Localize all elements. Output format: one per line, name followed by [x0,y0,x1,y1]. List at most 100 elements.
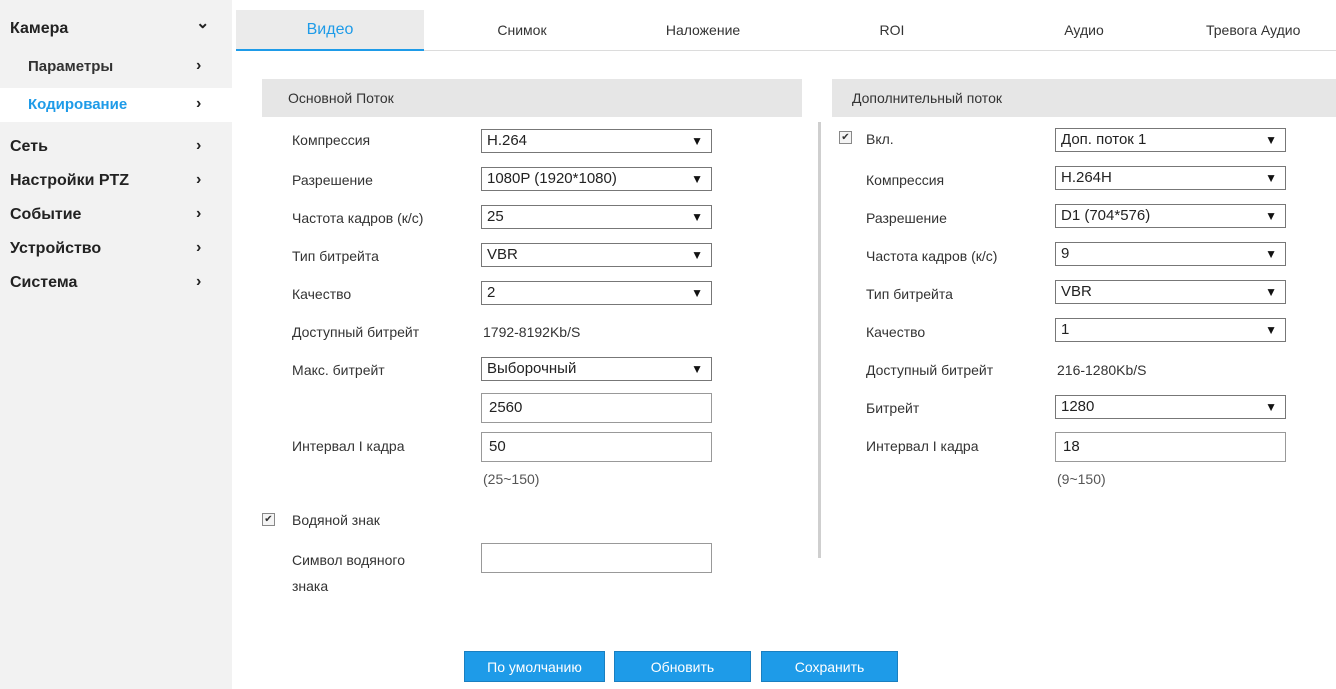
tab-snapshot[interactable]: Снимок [472,10,572,50]
quality-label: Качество [292,286,352,302]
sub-iframe-range-hint: (9~150) [1057,471,1106,487]
sub-quality-select[interactable]: 1 ▼ [1055,318,1286,342]
select-value: VBR [1061,283,1092,300]
sidebar-item-ptz[interactable]: Настройки PTZ › [0,164,232,198]
tab-audio-alarm[interactable]: Тревога Аудио [1206,10,1336,50]
framerate-label: Частота кадров (к/с) [292,210,424,226]
select-value: VBR [487,246,518,263]
sidebar-item-label: Система [10,274,78,291]
sidebar-item-system[interactable]: Система › [0,266,232,300]
main-stream-header: Основной Поток [262,79,802,117]
select-value: 1280 [1061,398,1095,415]
compression-label: Компрессия [292,132,371,148]
bitrate-type-select[interactable]: VBR ▼ [481,243,712,267]
sidebar: Камера ⌄ Параметры › Кодирование › Сеть … [0,0,232,689]
caret-down-icon: ▼ [1265,247,1277,261]
sub-stream-enable-label: Вкл. [866,131,894,147]
refresh-button[interactable]: Обновить [614,651,751,682]
watermark-checkbox[interactable]: ✔ [262,513,275,526]
select-value: Доп. поток 1 [1061,131,1147,148]
available-bitrate-label: Доступный битрейт [292,324,420,340]
watermark-symbol-label-line1: Символ водяного [292,552,405,568]
compression-select[interactable]: H.264 ▼ [481,129,712,153]
panel-divider [818,122,821,558]
watermark-label: Водяной знак [292,512,380,528]
sidebar-item-event[interactable]: Событие › [0,198,232,232]
iframe-interval-input[interactable]: 50 [481,432,712,462]
max-bitrate-select[interactable]: Выборочный ▼ [481,357,712,381]
caret-down-icon: ▼ [691,286,703,300]
sub-stream-select[interactable]: Доп. поток 1 ▼ [1055,128,1286,152]
sub-resolution-select[interactable]: D1 (704*576) ▼ [1055,204,1286,228]
sub-stream-enable-checkbox[interactable]: ✔ [839,131,852,144]
sidebar-item-label: Кодирование [28,96,128,113]
chevron-right-icon: › [196,95,202,112]
sidebar-item-parameters[interactable]: Параметры › [0,50,232,84]
framerate-select[interactable]: 25 ▼ [481,205,712,229]
sub-available-bitrate-label: Доступный битрейт [866,362,994,378]
sub-iframe-interval-input[interactable]: 18 [1055,432,1286,462]
select-value: D1 (704*576) [1061,207,1151,224]
sidebar-item-encoding[interactable]: Кодирование › [0,88,232,122]
sub-framerate-select[interactable]: 9 ▼ [1055,242,1286,266]
chevron-down-icon: ⌄ [196,15,210,32]
sub-framerate-label: Частота кадров (к/с) [866,248,998,264]
select-value: H.264H [1061,169,1112,186]
select-value: Выборочный [487,360,577,377]
sidebar-item-network[interactable]: Сеть › [0,130,232,164]
available-bitrate-value: 1792-8192Kb/S [483,324,581,340]
resolution-select[interactable]: 1080P (1920*1080) ▼ [481,167,712,191]
chevron-right-icon: › [196,171,202,188]
iframe-interval-label: Интервал I кадра [292,438,405,454]
select-value: 1080P (1920*1080) [487,170,617,187]
caret-down-icon: ▼ [1265,285,1277,299]
caret-down-icon: ▼ [691,134,703,148]
select-value: 9 [1061,245,1070,262]
tab-overlay[interactable]: Наложение [648,10,758,50]
quality-select[interactable]: 2 ▼ [481,281,712,305]
iframe-range-hint: (25~150) [483,471,540,487]
caret-down-icon: ▼ [1265,171,1277,185]
sidebar-item-label: Камера [10,20,69,37]
select-value: 25 [487,208,504,225]
sub-bitrate-select[interactable]: 1280 ▼ [1055,395,1286,419]
caret-down-icon: ▼ [691,172,703,186]
caret-down-icon: ▼ [1265,323,1277,337]
sidebar-item-label: Настройки PTZ [10,172,130,189]
tab-audio[interactable]: Аудио [1044,10,1124,50]
sub-bitrate-type-select[interactable]: VBR ▼ [1055,280,1286,304]
sidebar-item-label: Устройство [10,240,102,257]
caret-down-icon: ▼ [691,210,703,224]
select-value: H.264 [487,132,528,149]
tab-roi[interactable]: ROI [862,10,922,50]
sidebar-item-label: Параметры [28,58,114,75]
default-button[interactable]: По умолчанию [464,651,605,682]
sub-iframe-interval-label: Интервал I кадра [866,438,979,454]
select-value: 1 [1061,321,1070,338]
custom-bitrate-input[interactable]: 2560 [481,393,712,423]
save-button[interactable]: Сохранить [761,651,898,682]
caret-down-icon: ▼ [1265,400,1277,414]
caret-down-icon: ▼ [691,362,703,376]
sub-bitrate-label: Битрейт [866,400,920,416]
sub-compression-select[interactable]: H.264H ▼ [1055,166,1286,190]
sub-compression-label: Компрессия [866,172,945,188]
sidebar-item-device[interactable]: Устройство › [0,232,232,266]
tab-video[interactable]: Видео [236,10,424,51]
max-bitrate-label: Макс. битрейт [292,362,385,378]
chevron-right-icon: › [196,273,202,290]
sub-bitrate-type-label: Тип битрейта [866,286,953,302]
bitrate-type-label: Тип битрейта [292,248,379,264]
select-value: 2 [487,284,496,301]
sub-stream-header: Дополнительный поток [832,79,1336,117]
resolution-label: Разрешение [292,172,373,188]
caret-down-icon: ▼ [1265,209,1277,223]
chevron-right-icon: › [196,57,202,74]
chevron-right-icon: › [196,137,202,154]
sidebar-item-camera[interactable]: Камера ⌄ [0,12,232,46]
watermark-symbol-input[interactable] [481,543,712,573]
sidebar-item-label: Сеть [10,138,48,155]
tab-bar: Видео Снимок Наложение ROI Аудио Тревога… [236,10,1336,51]
sub-available-bitrate-value: 216-1280Kb/S [1057,362,1147,378]
chevron-right-icon: › [196,205,202,222]
